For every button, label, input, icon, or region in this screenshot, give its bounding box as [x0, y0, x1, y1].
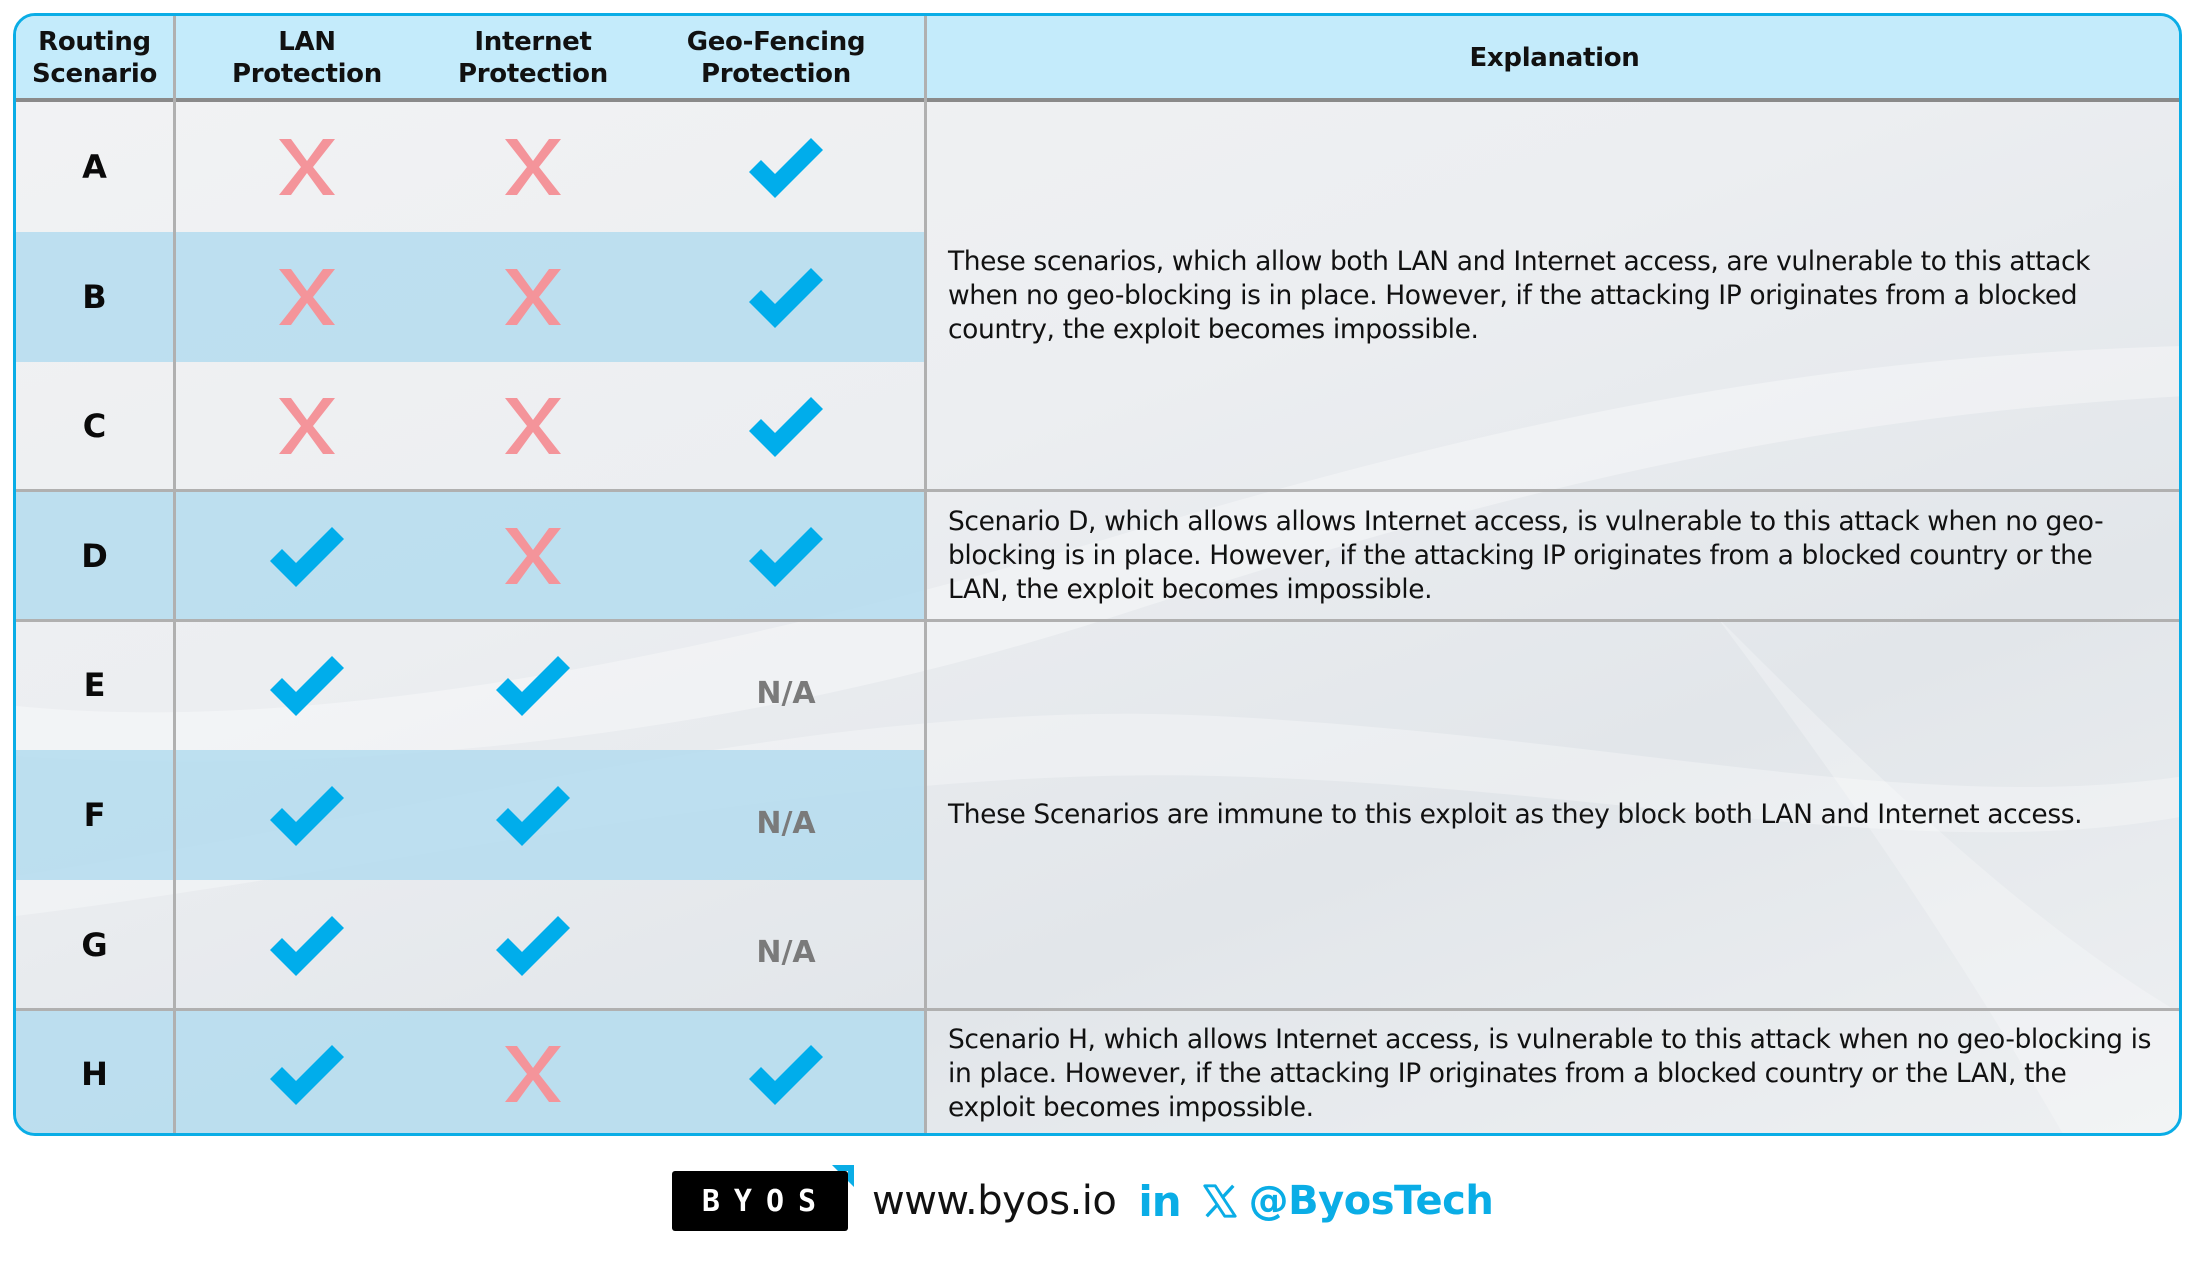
cross-icon — [422, 361, 644, 491]
table-row: G N/A — [16, 880, 924, 1010]
cross-icon — [196, 232, 418, 362]
not-applicable-label: N/A — [756, 675, 816, 711]
table-row: H — [16, 1009, 924, 1133]
check-icon — [422, 750, 644, 880]
check-icon — [666, 1009, 906, 1133]
table-row: B — [16, 231, 924, 362]
explanation-text: These scenarios, which allow both LAN an… — [948, 246, 2091, 346]
scenario-label: A — [82, 148, 107, 186]
table-row: C — [16, 361, 924, 491]
linkedin-icon[interactable]: in — [1138, 1177, 1181, 1226]
not-applicable-label: N/A — [756, 935, 816, 971]
website-link[interactable]: www.byos.io — [872, 1178, 1117, 1224]
check-icon — [422, 620, 644, 750]
table-row: D — [16, 490, 924, 621]
check-icon — [196, 880, 418, 1010]
table-row: E N/A — [16, 620, 924, 750]
check-icon — [196, 1009, 418, 1133]
protection-table: Routing Scenario LAN Protection Internet Pr… — [13, 13, 2182, 1136]
check-icon — [196, 750, 418, 880]
check-icon — [666, 491, 906, 621]
header-internet-protection: Internet Protection — [458, 27, 608, 89]
scenario-label: D — [81, 536, 108, 575]
cross-icon — [422, 1009, 644, 1133]
cross-icon — [422, 232, 644, 362]
footer: BYOS www.byos.io in @ByosTech — [672, 1165, 1494, 1236]
header-routing-scenario: Routing Scenario — [31, 27, 158, 89]
scenario-label: H — [81, 1055, 108, 1094]
logo-corner-accent-icon — [832, 1165, 854, 1187]
not-applicable-label: N/A — [756, 805, 816, 841]
header-geo-fencing-protection: Geo-Fencing Protection — [686, 27, 866, 89]
header-lan-protection: LAN Protection — [232, 27, 382, 89]
cross-icon — [196, 102, 418, 232]
explanation-text: Scenario D, which allows allows Internet… — [948, 505, 2104, 605]
check-icon — [196, 620, 418, 750]
check-icon — [666, 232, 906, 362]
column-divider — [924, 16, 927, 1133]
logo-text: BYOS — [701, 1183, 831, 1219]
scenario-label: B — [82, 277, 107, 316]
scenario-label: E — [83, 666, 106, 705]
table-row: A — [16, 102, 924, 232]
table-header: Routing Scenario LAN Protection Internet Pr… — [16, 16, 2179, 102]
explanation-text: Scenario H, which allows Internet access… — [948, 1023, 2151, 1123]
scenario-label: C — [82, 407, 107, 446]
check-icon — [666, 102, 906, 232]
social-handle[interactable]: @ByosTech — [1249, 1178, 1494, 1224]
x-logo-icon[interactable] — [1201, 1182, 1239, 1220]
cross-icon — [422, 102, 644, 232]
byos-logo[interactable]: BYOS — [672, 1165, 854, 1231]
scenario-label: F — [83, 796, 106, 834]
cross-icon — [196, 361, 418, 491]
explanation-text: These Scenarios are immune to this explo… — [948, 798, 2083, 830]
cross-icon — [422, 491, 644, 621]
check-icon — [422, 880, 644, 1010]
column-divider — [173, 16, 176, 1133]
check-icon — [196, 491, 418, 621]
check-icon — [666, 361, 906, 491]
scenario-label: G — [81, 925, 108, 964]
header-explanation: Explanation — [1469, 43, 1640, 73]
table-row: F N/A — [16, 750, 924, 880]
